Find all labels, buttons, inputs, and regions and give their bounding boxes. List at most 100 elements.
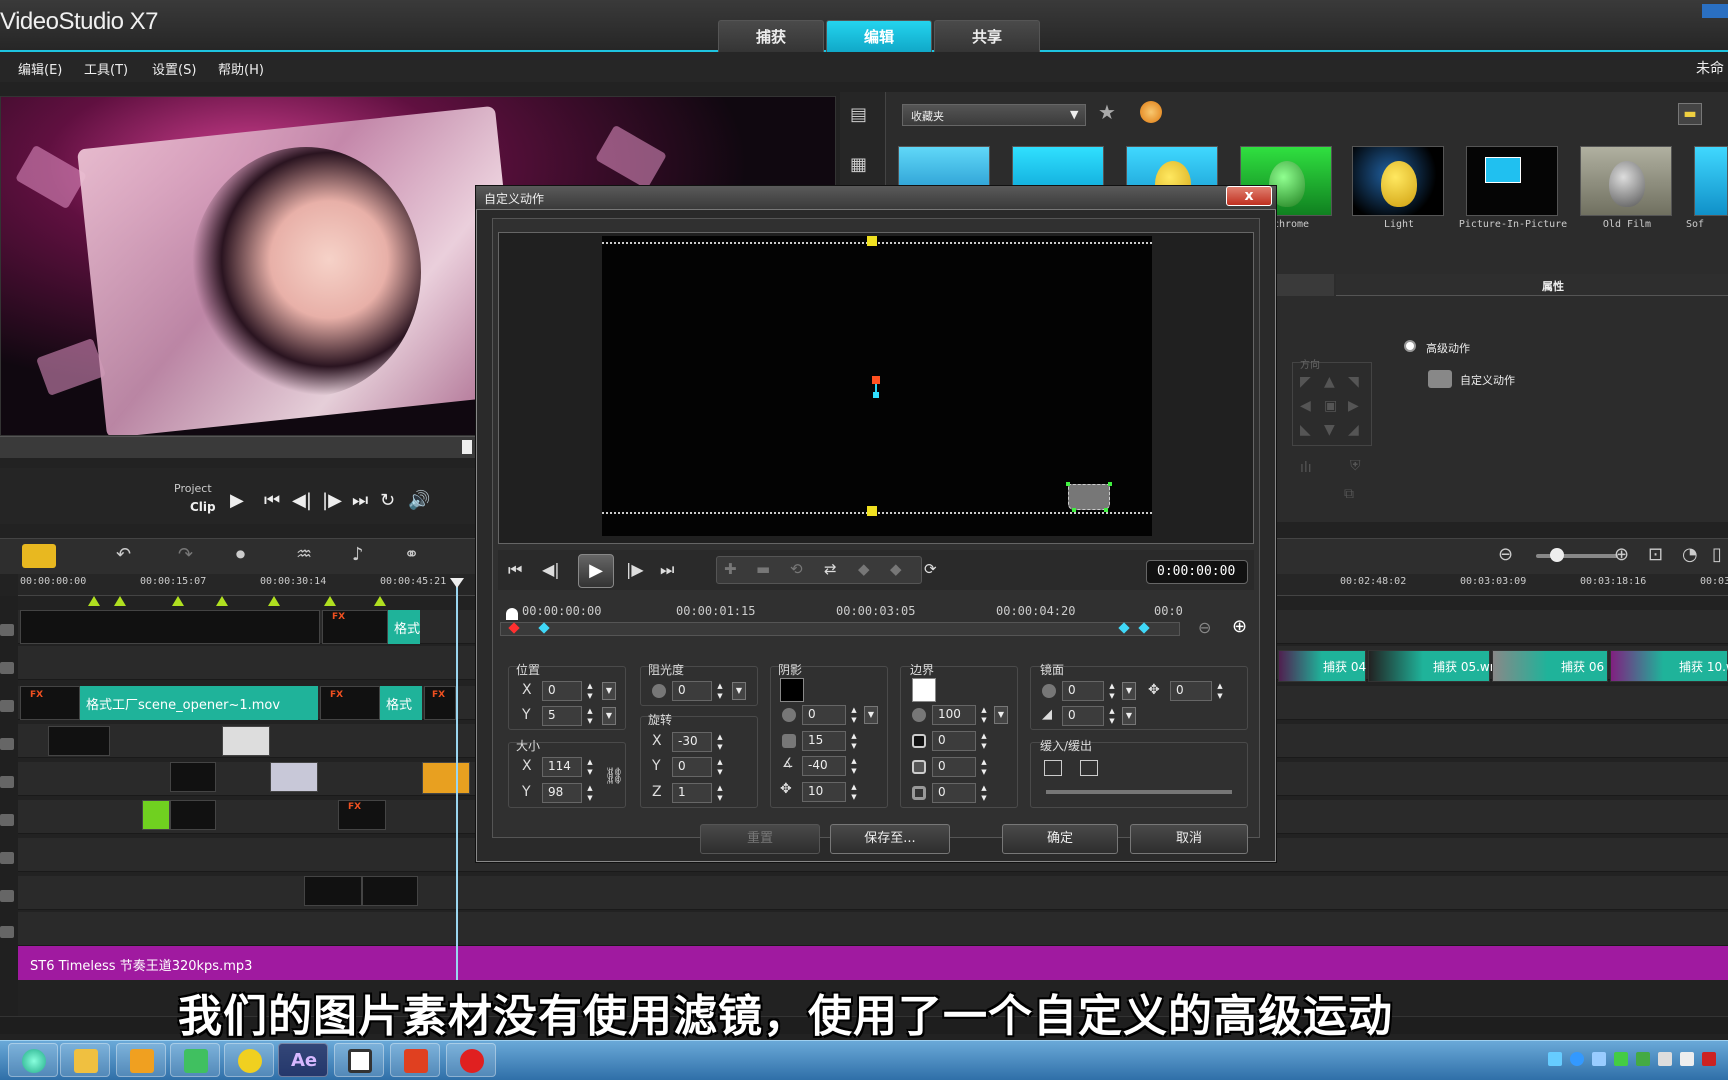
arrow-icon[interactable]: ◢	[1348, 422, 1359, 438]
track-icon[interactable]	[0, 852, 14, 864]
chapter-marker[interactable]	[172, 596, 184, 606]
play-icon[interactable]: ▶	[230, 490, 244, 511]
taskbar-start-button[interactable]	[8, 1043, 58, 1077]
stepper-icon[interactable]: ▲ ▼	[848, 705, 860, 725]
ok-button[interactable]: 确定	[1002, 824, 1118, 854]
overlay-clip[interactable]: 格式	[388, 610, 420, 644]
stepper-icon[interactable]: ▲ ▼	[584, 783, 596, 803]
properties-tab[interactable]	[1336, 274, 1728, 296]
project-mode-label[interactable]: Project	[174, 482, 212, 495]
chapter-marker[interactable]	[374, 596, 386, 606]
taskbar-app[interactable]	[170, 1043, 220, 1077]
stepper-icon[interactable]: ▲ ▼	[584, 706, 596, 726]
next-keyframe-icon[interactable]: ◆	[890, 560, 902, 578]
help-icon[interactable]	[1570, 1052, 1584, 1066]
undo-icon[interactable]: ↶	[116, 544, 131, 565]
remove-keyframe-icon[interactable]: ▬	[756, 560, 770, 578]
taskbar-app[interactable]	[390, 1043, 440, 1077]
resize-handle[interactable]	[1072, 508, 1076, 512]
arrow-icon[interactable]: ▣	[1324, 398, 1337, 414]
motion-handle-top[interactable]	[867, 236, 877, 246]
next-frame-icon[interactable]: |▶	[322, 490, 342, 511]
track-manager-icon[interactable]: ⚭	[404, 544, 419, 565]
stepper-icon[interactable]: ▲ ▼	[584, 681, 596, 701]
library-thumbnail[interactable]	[1352, 146, 1444, 216]
menu-tools[interactable]: 工具(T)	[84, 59, 128, 78]
audio-mixer-icon[interactable]: ♒	[296, 544, 312, 565]
auto-music-icon[interactable]: ♪	[352, 544, 364, 565]
video-clip[interactable]	[20, 686, 80, 720]
ease-slider[interactable]	[1046, 790, 1232, 794]
zoom-in-icon[interactable]: ⊕	[1614, 544, 1629, 565]
link-icon[interactable]: ⛓	[604, 766, 624, 785]
skip-end-icon[interactable]: ⏭	[352, 490, 368, 511]
border-color-picker[interactable]	[912, 678, 936, 702]
tab-capture[interactable]: 捕获	[718, 20, 824, 52]
rotation-x-input[interactable]: -30	[672, 732, 712, 752]
reverse-keyframe-icon[interactable]: ⟲	[790, 560, 803, 578]
taskbar-app[interactable]	[334, 1043, 384, 1077]
chapter-marker[interactable]	[268, 596, 280, 606]
stepper-icon[interactable]: ▲ ▼	[978, 783, 990, 803]
zoom-slider[interactable]	[1536, 554, 1618, 558]
dialog-playhead[interactable]	[506, 608, 518, 620]
zoom-in-icon[interactable]: ⊕	[1232, 616, 1247, 637]
overlay-clip[interactable]	[362, 876, 418, 906]
menu-help[interactable]: 帮助(H)	[218, 59, 264, 78]
overlay-clip[interactable]	[222, 726, 270, 756]
volume-tray-icon[interactable]	[1658, 1052, 1672, 1066]
arrow-icon[interactable]: ◣	[1300, 422, 1311, 438]
tray-icon[interactable]	[1702, 1052, 1716, 1066]
arrow-icon[interactable]: ▼	[1324, 422, 1335, 438]
main-video-clip[interactable]: 格式	[380, 686, 422, 720]
add-favorite-icon[interactable]: ★	[1098, 100, 1116, 124]
clock-icon[interactable]: ◔	[1682, 544, 1698, 565]
border-inner-input[interactable]: 0	[932, 783, 976, 803]
timecode-icon[interactable]: ▯	[1712, 544, 1722, 565]
menu-settings[interactable]: 设置(S)	[152, 59, 196, 78]
overlay-clip[interactable]	[304, 876, 362, 906]
opacity-menu[interactable]: ▼	[732, 682, 746, 700]
resize-handle[interactable]	[1104, 508, 1108, 512]
motion-center-point[interactable]	[872, 376, 880, 384]
arrow-icon[interactable]: ◥	[1348, 374, 1359, 390]
ease-in-icon[interactable]	[1044, 760, 1062, 776]
skip-start-icon[interactable]: ⏮	[508, 560, 522, 580]
stepper-icon[interactable]: ▲ ▼	[714, 783, 726, 803]
taskbar-app[interactable]	[116, 1043, 166, 1077]
dialog-close-button[interactable]: x	[1226, 186, 1272, 206]
shadow-color-picker[interactable]	[780, 678, 804, 702]
taskbar-explorer[interactable]	[60, 1043, 110, 1077]
advanced-motion-radio[interactable]	[1404, 340, 1416, 352]
tray-icon[interactable]	[1548, 1052, 1562, 1066]
shadow-blur-input[interactable]: 15	[802, 731, 846, 751]
video-clip[interactable]	[320, 686, 380, 720]
music-clip[interactable]	[18, 946, 1728, 980]
capture-clip[interactable]: 捕获 10.w	[1610, 650, 1728, 682]
mirror-menu[interactable]: ▼	[1122, 682, 1136, 700]
track-icon[interactable]	[0, 700, 14, 712]
next-frame-icon[interactable]: |▶	[626, 560, 644, 579]
chapter-marker[interactable]	[216, 596, 228, 606]
arrow-icon[interactable]: ◤	[1300, 374, 1311, 390]
stepper-icon[interactable]: ▲ ▼	[848, 756, 860, 776]
border-blur-input[interactable]: 0	[932, 757, 976, 777]
copy-keyframe-icon[interactable]: ⟳	[924, 560, 937, 578]
storyboard-view-button[interactable]	[22, 544, 56, 568]
size-x-input[interactable]: 114	[542, 757, 582, 777]
clip-mode-label[interactable]: Clip	[190, 500, 216, 514]
border-width-input[interactable]: 0	[932, 731, 976, 751]
shadow-distance-input[interactable]: 10	[802, 782, 846, 802]
ease-out-icon[interactable]	[1080, 760, 1098, 776]
motion-anchor-point[interactable]	[873, 392, 879, 398]
library-thumbnail[interactable]	[1694, 146, 1728, 216]
border-opacity-input[interactable]: 100	[932, 705, 976, 725]
reset-button[interactable]: 重置	[700, 824, 820, 854]
stepper-icon[interactable]: ▲ ▼	[584, 757, 596, 777]
timeline-playhead[interactable]	[456, 580, 458, 980]
border-menu[interactable]: ▼	[994, 706, 1008, 724]
dialog-play-button[interactable]: ▶	[578, 554, 614, 588]
save-to-button[interactable]: 保存至...	[830, 824, 950, 854]
video-clip[interactable]	[20, 610, 320, 644]
swap-keyframe-icon[interactable]: ⇄	[824, 560, 837, 578]
